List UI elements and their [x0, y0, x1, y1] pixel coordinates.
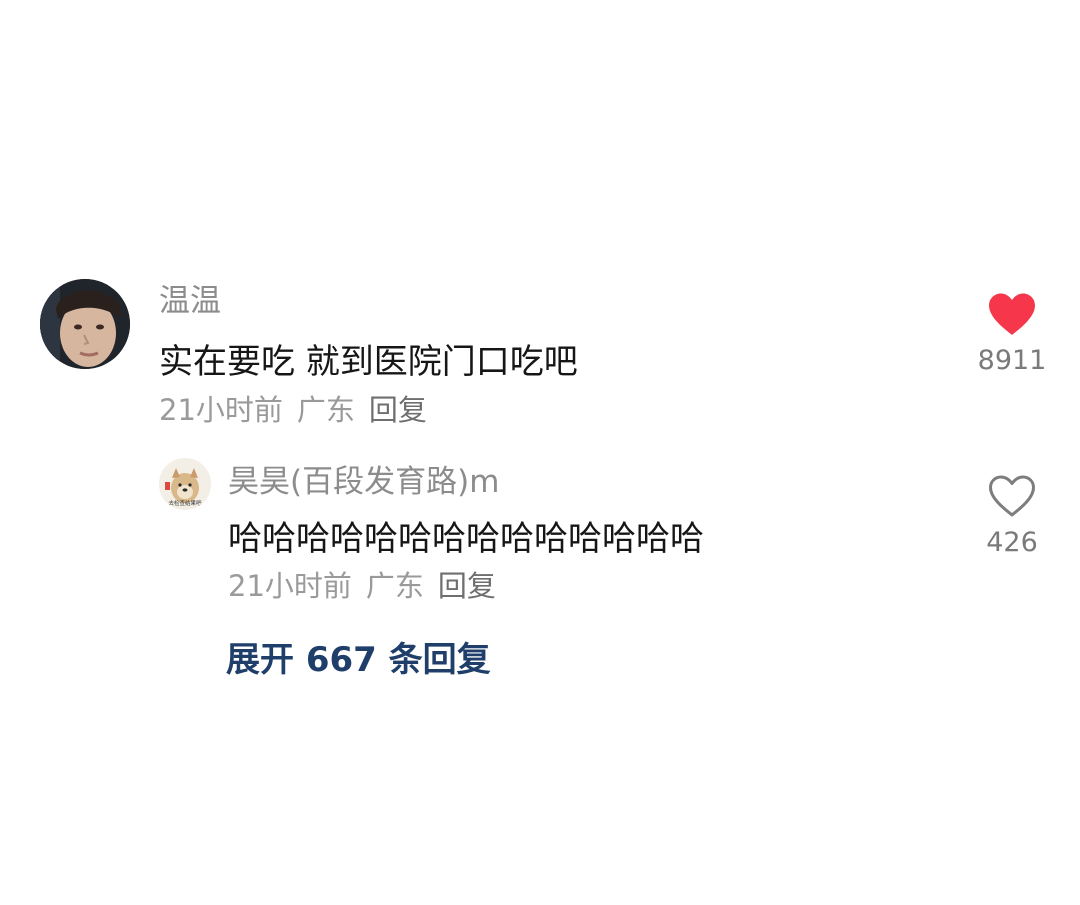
reply-like-count: 426 — [986, 527, 1038, 558]
avatar[interactable] — [40, 279, 130, 369]
reply-location: 广东 — [365, 569, 424, 603]
avatar-caption: 去检查结果吧 — [168, 499, 202, 507]
heart-filled-icon — [989, 293, 1035, 335]
comment-thread: 温温 实在要吃 就到医院门口吃吧 21小时前 广东 回复 8911 去检查结果吧 昊… — [0, 0, 1080, 905]
comment-reply-button[interactable]: 回复 — [369, 393, 427, 427]
avatar-dog-image: 去检查结果吧 — [159, 458, 211, 510]
expand-replies-button[interactable]: 展开 667 条回复 — [226, 637, 491, 683]
comment-time: 21小时前 — [159, 393, 283, 427]
reply-like-button[interactable]: 426 — [972, 474, 1052, 560]
comment-username[interactable]: 温温 — [159, 281, 221, 321]
reply-avatar[interactable]: 去检查结果吧 — [159, 458, 211, 510]
reply-text: 哈哈哈哈哈哈哈哈哈哈哈哈哈哈 — [228, 519, 704, 559]
reply-username[interactable]: 昊昊(百段发育路)m — [228, 462, 499, 502]
reply-time: 21小时前 — [228, 569, 352, 603]
comment-meta: 21小时前 广东 回复 — [159, 391, 427, 429]
comment-like-button[interactable]: 8911 — [972, 292, 1052, 378]
comment-location: 广东 — [296, 393, 355, 427]
comment-text: 实在要吃 就到医院门口吃吧 — [159, 342, 578, 382]
reply-meta: 21小时前 广东 回复 — [228, 567, 496, 605]
comment-like-count: 8911 — [977, 345, 1047, 376]
reply-reply-button[interactable]: 回复 — [438, 569, 496, 603]
heart-outline-icon — [989, 475, 1035, 517]
avatar-face-image — [40, 279, 130, 369]
